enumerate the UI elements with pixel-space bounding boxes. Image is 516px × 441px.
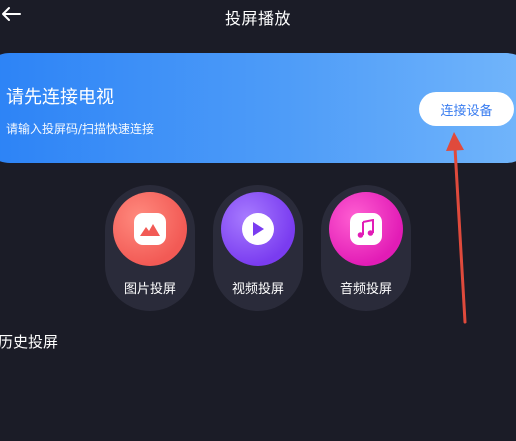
audio-cast-card[interactable]: 音频投屏 bbox=[321, 185, 411, 311]
video-cast-card[interactable]: 视频投屏 bbox=[213, 185, 303, 311]
image-cast-label: 图片投屏 bbox=[123, 282, 176, 297]
banner-title: 请先连接电视 bbox=[6, 87, 114, 108]
image-cast-circle bbox=[113, 192, 187, 266]
history-title: 历史投屏 bbox=[0, 333, 59, 351]
page-title: 投屏播放 bbox=[224, 9, 291, 28]
image-icon bbox=[134, 213, 166, 245]
banner-subtitle: 请输入投屏码/扫描快速连接 bbox=[6, 122, 155, 136]
video-cast-circle bbox=[221, 192, 295, 266]
connect-device-button[interactable]: 连接设备 bbox=[419, 92, 514, 126]
play-icon bbox=[242, 213, 274, 245]
music-note-icon bbox=[350, 213, 382, 245]
audio-cast-label: 音频投屏 bbox=[339, 282, 392, 297]
image-cast-card[interactable]: 图片投屏 bbox=[105, 185, 195, 311]
audio-cast-circle bbox=[329, 192, 403, 266]
video-cast-label: 视频投屏 bbox=[231, 282, 284, 297]
